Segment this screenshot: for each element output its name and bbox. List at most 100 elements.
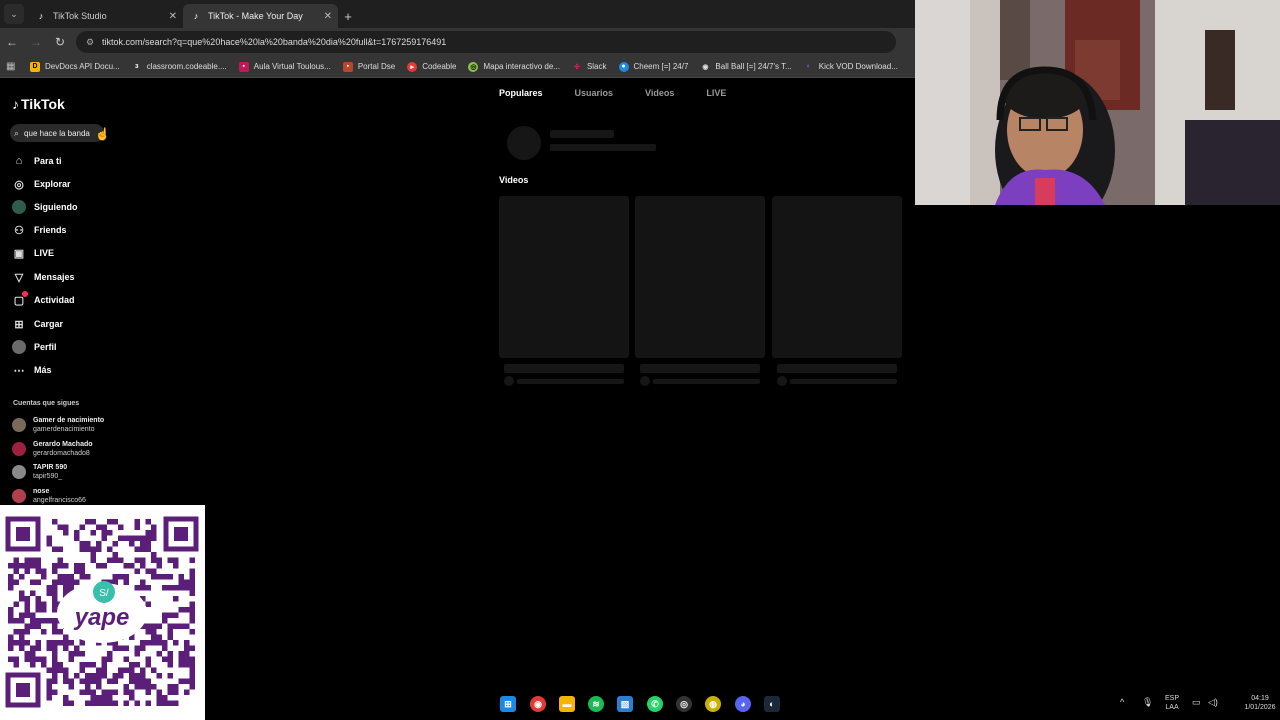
nav-perfil[interactable]: Perfil bbox=[12, 339, 57, 355]
nav-live[interactable]: ▣ LIVE bbox=[12, 245, 54, 261]
qr-module bbox=[140, 645, 146, 651]
tab-tiktok-studio[interactable]: ♪ TikTok Studio ✕ bbox=[28, 4, 183, 28]
qr-module bbox=[24, 601, 30, 607]
qr-module bbox=[189, 557, 195, 563]
whatsapp-icon[interactable]: ✆ bbox=[647, 696, 663, 712]
chevron-up-icon[interactable]: ^ bbox=[1120, 698, 1124, 707]
tiktok-logo[interactable]: ♪ TikTok bbox=[12, 96, 65, 112]
spotify-icon[interactable]: ≋ bbox=[588, 696, 604, 712]
following-account[interactable]: Gamer de nacimiento gamerdenacimiento bbox=[12, 416, 104, 434]
qr-module bbox=[24, 623, 30, 629]
qr-module bbox=[30, 590, 36, 596]
qr-module bbox=[46, 645, 52, 651]
nav-para-ti[interactable]: ⌂ Para ti bbox=[12, 153, 62, 169]
nav-cargar[interactable]: ⊞ Cargar bbox=[12, 316, 63, 332]
qr-module bbox=[189, 612, 195, 618]
video-card-skeleton bbox=[499, 196, 629, 386]
qr-module bbox=[140, 579, 146, 585]
clock[interactable]: 04:19 1/01/2026 bbox=[1240, 694, 1280, 712]
chrome-icon[interactable]: ◉ bbox=[530, 696, 546, 712]
volume-icon[interactable]: ◁) bbox=[1208, 698, 1218, 707]
qr-module bbox=[79, 689, 85, 695]
tiktok-note-icon: ♪ bbox=[12, 96, 19, 112]
bookmark-item[interactable]: D DevDocs API Docu... bbox=[30, 61, 120, 72]
apps-grid-icon[interactable]: ▦ bbox=[6, 61, 20, 72]
discord-icon[interactable]: ◕ bbox=[735, 696, 751, 712]
nav-friends[interactable]: ⚇ Friends bbox=[12, 222, 66, 238]
following-account[interactable]: nose angelfrancisco66 bbox=[12, 487, 86, 505]
network-icon[interactable]: ▭ bbox=[1192, 698, 1201, 707]
following-account[interactable]: Gerardo Machado gerardomachado8 bbox=[12, 440, 93, 458]
qr-module bbox=[79, 563, 85, 569]
qr-module bbox=[30, 645, 36, 651]
qr-module bbox=[68, 651, 74, 657]
bookmark-item[interactable]: ✣ Slack bbox=[572, 62, 607, 72]
obs-icon[interactable]: ◎ bbox=[676, 696, 692, 712]
qr-module bbox=[63, 667, 69, 673]
qr-module bbox=[173, 563, 179, 569]
close-icon[interactable]: ✕ bbox=[324, 11, 332, 22]
nav-mensajes[interactable]: ▽ Mensajes bbox=[12, 269, 75, 285]
close-icon[interactable]: ✕ bbox=[169, 11, 177, 22]
bookmark-item[interactable]: ◐ Kick VOD Download... bbox=[804, 62, 898, 72]
nav-actividad[interactable]: ▢ Actividad bbox=[12, 291, 75, 308]
qr-module bbox=[52, 645, 58, 651]
bookmark-item[interactable]: ◉ Ball Ball [=] 24/7's T... bbox=[700, 62, 791, 72]
qr-module bbox=[189, 678, 195, 684]
qr-module bbox=[167, 684, 173, 690]
app-icon[interactable]: ◍ bbox=[705, 696, 721, 712]
nav-explorar[interactable]: ◎ Explorar bbox=[12, 176, 70, 192]
qr-module bbox=[140, 557, 146, 563]
qr-module bbox=[52, 607, 58, 613]
tab-tiktok-make-your-day[interactable]: ♪ TikTok - Make Your Day ✕ bbox=[183, 4, 338, 28]
qr-module bbox=[85, 673, 91, 679]
tab-usuarios[interactable]: Usuarios bbox=[575, 88, 614, 104]
qr-module bbox=[134, 557, 140, 563]
qr-module bbox=[129, 695, 135, 701]
steam-icon[interactable]: ◐ bbox=[764, 696, 780, 712]
qr-module bbox=[13, 563, 19, 569]
qr-module bbox=[145, 629, 151, 635]
tab-search-button[interactable]: ⌄ bbox=[4, 4, 24, 24]
new-tab-button[interactable]: + bbox=[338, 4, 358, 28]
qr-module bbox=[178, 607, 184, 613]
reload-button[interactable]: ↻ bbox=[48, 30, 72, 54]
bookmark-item[interactable]: ▪ Aula Virtual Toulous... bbox=[238, 61, 331, 72]
qr-module bbox=[145, 541, 151, 547]
site-info-icon[interactable]: ⚙ bbox=[86, 37, 96, 48]
windows-taskbar: ⊞ ◉ ▬ ≋ ▧ ✆ ◎ ◍ ◕ ◐ ^ 🎙 ESP LAA ▭ ◁) 04:… bbox=[205, 688, 1280, 720]
nav-mas[interactable]: ⋯ Más bbox=[12, 362, 52, 378]
qr-module bbox=[90, 530, 96, 536]
file-explorer-icon[interactable]: ▬ bbox=[559, 696, 575, 712]
tab-live[interactable]: LIVE bbox=[706, 88, 726, 104]
qr-module bbox=[85, 574, 91, 580]
qr-module bbox=[35, 563, 41, 569]
browser-tabstrip: ⌄ ♪ TikTok Studio ✕ ♪ TikTok - Make Your… bbox=[0, 0, 915, 28]
search-input[interactable]: ⌕ que hace la banda bbox=[10, 124, 104, 142]
bookmark-item[interactable]: ▸ Codeable bbox=[407, 61, 456, 72]
tab-videos[interactable]: Videos bbox=[645, 88, 674, 104]
nav-siguiendo[interactable]: Siguiendo bbox=[12, 199, 78, 215]
bookmark-item[interactable]: ɜ classroom.codeable.... bbox=[132, 62, 227, 72]
windows-start-icon[interactable]: ⊞ bbox=[500, 696, 516, 712]
bookmark-item[interactable]: ◎ Mapa interactivo de... bbox=[468, 61, 560, 72]
qr-module bbox=[173, 557, 179, 563]
qr-module bbox=[63, 673, 69, 679]
qr-module bbox=[68, 700, 74, 706]
bookmark-item[interactable]: ▪ Portal Dse bbox=[342, 61, 395, 72]
forward-button[interactable]: → bbox=[24, 30, 48, 54]
qr-module bbox=[79, 546, 85, 552]
back-button[interactable]: ← bbox=[0, 30, 24, 54]
photos-icon[interactable]: ▧ bbox=[617, 696, 633, 712]
address-bar[interactable]: ⚙ tiktok.com/search?q=que%20hace%20la%20… bbox=[76, 31, 896, 53]
microphone-icon[interactable]: 🎙 bbox=[1142, 698, 1153, 707]
bookmark-item[interactable]: ● Cheem [=] 24/7 bbox=[618, 61, 688, 72]
tab-populares[interactable]: Populares bbox=[499, 88, 543, 104]
language-indicator[interactable]: ESP LAA bbox=[1165, 694, 1179, 712]
qr-module bbox=[162, 700, 168, 706]
qr-module bbox=[189, 618, 195, 624]
webcam-overlay bbox=[915, 0, 1280, 205]
following-account[interactable]: TAPIR 590 tapir590_ bbox=[12, 463, 67, 481]
author-skeleton bbox=[790, 378, 897, 384]
qr-module bbox=[8, 618, 14, 624]
